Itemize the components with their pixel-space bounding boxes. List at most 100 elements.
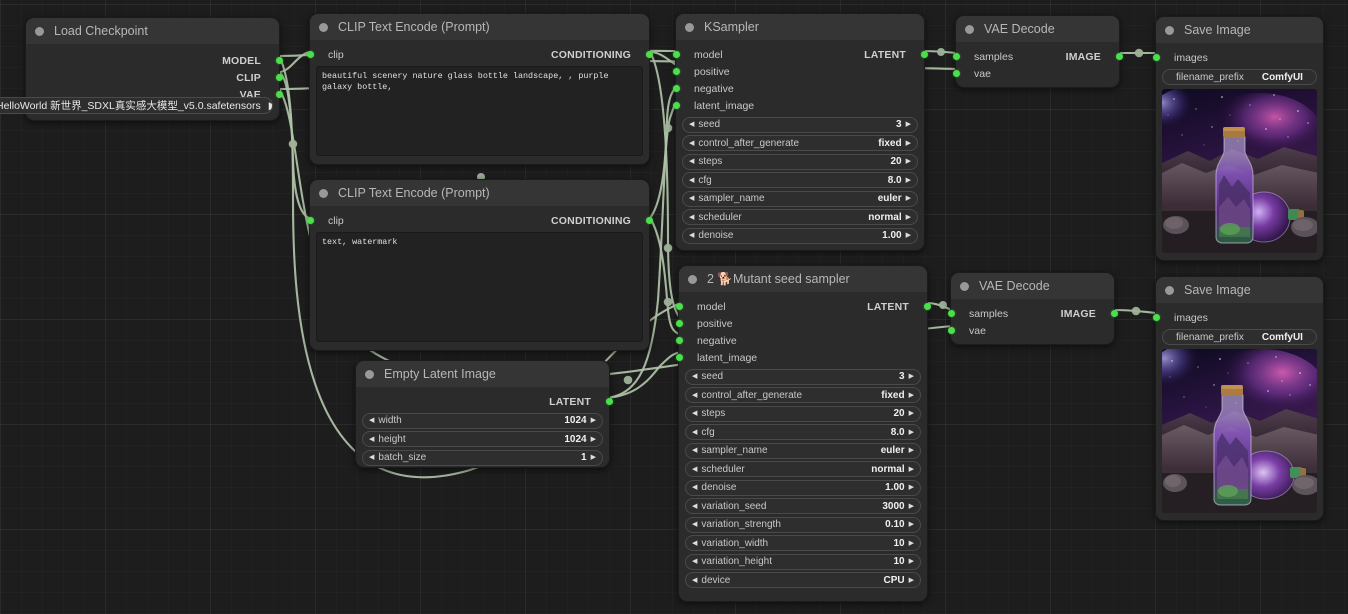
slot-in-clip[interactable]: clip bbox=[306, 49, 344, 61]
widget-seed[interactable]: ◀ seed 3 ▶ bbox=[685, 368, 921, 385]
slot-row-latent-out[interactable]: LATENT bbox=[356, 393, 613, 410]
chevron-left-icon[interactable]: ◀ bbox=[692, 392, 697, 399]
widget-denoise[interactable]: ◀ denoise 1.00 ▶ bbox=[682, 227, 918, 244]
slot-row-images[interactable]: images bbox=[1152, 49, 1323, 66]
chevron-left-icon[interactable]: ◀ bbox=[692, 429, 697, 436]
chevron-left-icon[interactable]: ◀ bbox=[692, 540, 697, 547]
slot-row-clip[interactable]: clip CONDITIONING bbox=[306, 212, 653, 229]
widget-scheduler[interactable]: ◀ scheduler normal ▶ bbox=[682, 209, 918, 225]
chevron-left-icon[interactable]: ◀ bbox=[689, 121, 694, 128]
collapse-dot-icon[interactable] bbox=[35, 26, 44, 36]
widget-control-after-generate[interactable]: ◀ control_after_generate fixed ▶ bbox=[685, 387, 921, 403]
widget-variation-seed[interactable]: ◀ variation_seed 3000 ▶ bbox=[685, 498, 921, 514]
slot-in-negative[interactable]: negative bbox=[672, 83, 734, 95]
widget-cfg[interactable]: ◀ cfg 8.0 ▶ bbox=[682, 172, 918, 188]
slot-out-latent[interactable]: LATENT bbox=[867, 301, 931, 313]
slot-dot-icon[interactable] bbox=[952, 70, 960, 77]
slot-dot-icon[interactable] bbox=[947, 327, 955, 334]
output-slot-model[interactable]: MODEL bbox=[26, 52, 283, 69]
image-preview[interactable] bbox=[1162, 89, 1317, 253]
slot-dot-icon[interactable] bbox=[1152, 54, 1160, 61]
collapse-dot-icon[interactable] bbox=[688, 274, 697, 284]
chevron-right-icon[interactable]: ▶ bbox=[909, 558, 914, 565]
chevron-left-icon[interactable]: ◀ bbox=[692, 558, 697, 565]
widget-height[interactable]: ◀ height 1024 ▶ bbox=[362, 431, 603, 447]
slot-dot-icon[interactable] bbox=[275, 74, 283, 81]
node-vae-decode-top[interactable]: VAE Decode samples IMAGE vae bbox=[952, 15, 1123, 88]
node-title-bar[interactable]: 2 🐕Mutant seed sampler bbox=[679, 266, 927, 292]
slot-out-latent[interactable]: LATENT bbox=[549, 396, 613, 408]
comfyui-graph-canvas[interactable]: .wire { fill:none; stroke:#b0c3a8; strok… bbox=[0, 0, 1348, 614]
chevron-right-icon[interactable]: ▶ bbox=[909, 373, 914, 380]
widget-control-after-generate[interactable]: ◀ control_after_generate fixed ▶ bbox=[682, 135, 918, 151]
chevron-right-icon[interactable]: ▶ bbox=[909, 447, 914, 454]
slot-dot-icon[interactable] bbox=[645, 217, 653, 224]
widget-denoise[interactable]: ◀ denoise 1.00 ▶ bbox=[685, 479, 921, 496]
slot-in-images[interactable]: images bbox=[1152, 52, 1208, 64]
chevron-left-icon[interactable]: ◀ bbox=[689, 232, 694, 239]
chevron-right-icon[interactable]: ▶ bbox=[591, 417, 596, 424]
slot-out-model[interactable]: MODEL bbox=[222, 55, 283, 67]
chevron-left-icon[interactable]: ◀ bbox=[692, 484, 697, 491]
node-title-bar[interactable]: Empty Latent Image bbox=[356, 361, 609, 387]
widget-variation-width[interactable]: ◀ variation_width 10 ▶ bbox=[685, 535, 921, 551]
slot-in-images[interactable]: images bbox=[1152, 312, 1208, 324]
widget-seed[interactable]: ◀ seed 3 ▶ bbox=[682, 116, 918, 133]
collapse-dot-icon[interactable] bbox=[319, 22, 328, 32]
chevron-right-icon[interactable]: ▶ bbox=[909, 429, 914, 436]
widget-variation-strength[interactable]: ◀ variation_strength 0.10 ▶ bbox=[685, 516, 921, 533]
slot-dot-icon[interactable] bbox=[675, 337, 683, 344]
slot-dot-icon[interactable] bbox=[672, 68, 680, 75]
slot-row-samples[interactable]: samples IMAGE bbox=[947, 305, 1118, 322]
slot-dot-icon[interactable] bbox=[605, 398, 613, 405]
chevron-right-icon[interactable]: ▶ bbox=[909, 503, 914, 510]
slot-dot-icon[interactable] bbox=[672, 51, 680, 58]
node-ksampler[interactable]: KSampler model LATENT positive negative … bbox=[672, 13, 928, 251]
slot-row-model[interactable]: model LATENT bbox=[672, 46, 928, 63]
chevron-right-icon[interactable]: ▶ bbox=[906, 158, 911, 165]
collapse-dot-icon[interactable] bbox=[685, 22, 694, 32]
widget-scheduler[interactable]: ◀ scheduler normal ▶ bbox=[685, 461, 921, 477]
node-clip-text-encode-positive[interactable]: CLIP Text Encode (Prompt) clip CONDITION… bbox=[306, 13, 653, 165]
slot-dot-icon[interactable] bbox=[275, 57, 283, 64]
chevron-right-icon[interactable]: ▶ bbox=[909, 410, 914, 417]
chevron-left-icon[interactable]: ◀ bbox=[692, 466, 697, 473]
node-title-bar[interactable]: KSampler bbox=[676, 14, 924, 40]
slot-row-clip[interactable]: clip CONDITIONING bbox=[306, 46, 653, 63]
output-slot-clip[interactable]: CLIP bbox=[26, 69, 283, 86]
slot-dot-icon[interactable] bbox=[920, 51, 928, 58]
slot-dot-icon[interactable] bbox=[306, 51, 314, 58]
slot-row-latent-image[interactable]: latent_image bbox=[672, 97, 924, 114]
slot-row-negative[interactable]: negative bbox=[672, 80, 924, 97]
chevron-right-icon[interactable]: ▶ bbox=[906, 232, 911, 239]
collapse-dot-icon[interactable] bbox=[1165, 285, 1174, 295]
slot-row-negative[interactable]: negative bbox=[675, 332, 927, 349]
slot-in-vae[interactable]: vae bbox=[947, 325, 986, 337]
node-title-bar[interactable]: CLIP Text Encode (Prompt) bbox=[310, 180, 649, 206]
chevron-right-icon[interactable]: ▶ bbox=[909, 466, 914, 473]
text-prompt-positive[interactable]: beautiful scenery nature glass bottle la… bbox=[316, 66, 643, 156]
slot-dot-icon[interactable] bbox=[923, 303, 931, 310]
chevron-left-icon[interactable]: ◀ bbox=[689, 140, 694, 147]
slot-dot-icon[interactable] bbox=[675, 354, 683, 361]
slot-in-negative[interactable]: negative bbox=[675, 335, 737, 347]
widget-ckpt-name[interactable]: HelloWorld 新世界_SDXL真实感大模型_v5.0.safetenso… bbox=[0, 97, 273, 114]
slot-dot-icon[interactable] bbox=[947, 310, 955, 317]
slot-dot-icon[interactable] bbox=[306, 217, 314, 224]
chevron-left-icon[interactable]: ◀ bbox=[692, 503, 697, 510]
slot-in-samples[interactable]: samples bbox=[947, 308, 1008, 320]
node-title-bar[interactable]: Save Image bbox=[1156, 277, 1323, 303]
widget-steps[interactable]: ◀ steps 20 ▶ bbox=[685, 405, 921, 422]
chevron-left-icon[interactable]: ◀ bbox=[689, 177, 694, 184]
node-clip-text-encode-negative[interactable]: CLIP Text Encode (Prompt) clip CONDITION… bbox=[306, 179, 653, 351]
slot-out-latent[interactable]: LATENT bbox=[864, 49, 928, 61]
widget-sampler-name[interactable]: ◀ sampler_name euler ▶ bbox=[685, 442, 921, 459]
chevron-left-icon[interactable]: ◀ bbox=[369, 436, 374, 443]
collapse-dot-icon[interactable] bbox=[960, 281, 969, 291]
collapse-dot-icon[interactable] bbox=[365, 369, 374, 379]
chevron-right-icon[interactable]: ▶ bbox=[909, 521, 914, 528]
node-title-bar[interactable]: VAE Decode bbox=[951, 273, 1114, 299]
chevron-left-icon[interactable]: ◀ bbox=[692, 373, 697, 380]
slot-out-image[interactable]: IMAGE bbox=[1061, 308, 1118, 320]
slot-dot-icon[interactable] bbox=[672, 85, 680, 92]
